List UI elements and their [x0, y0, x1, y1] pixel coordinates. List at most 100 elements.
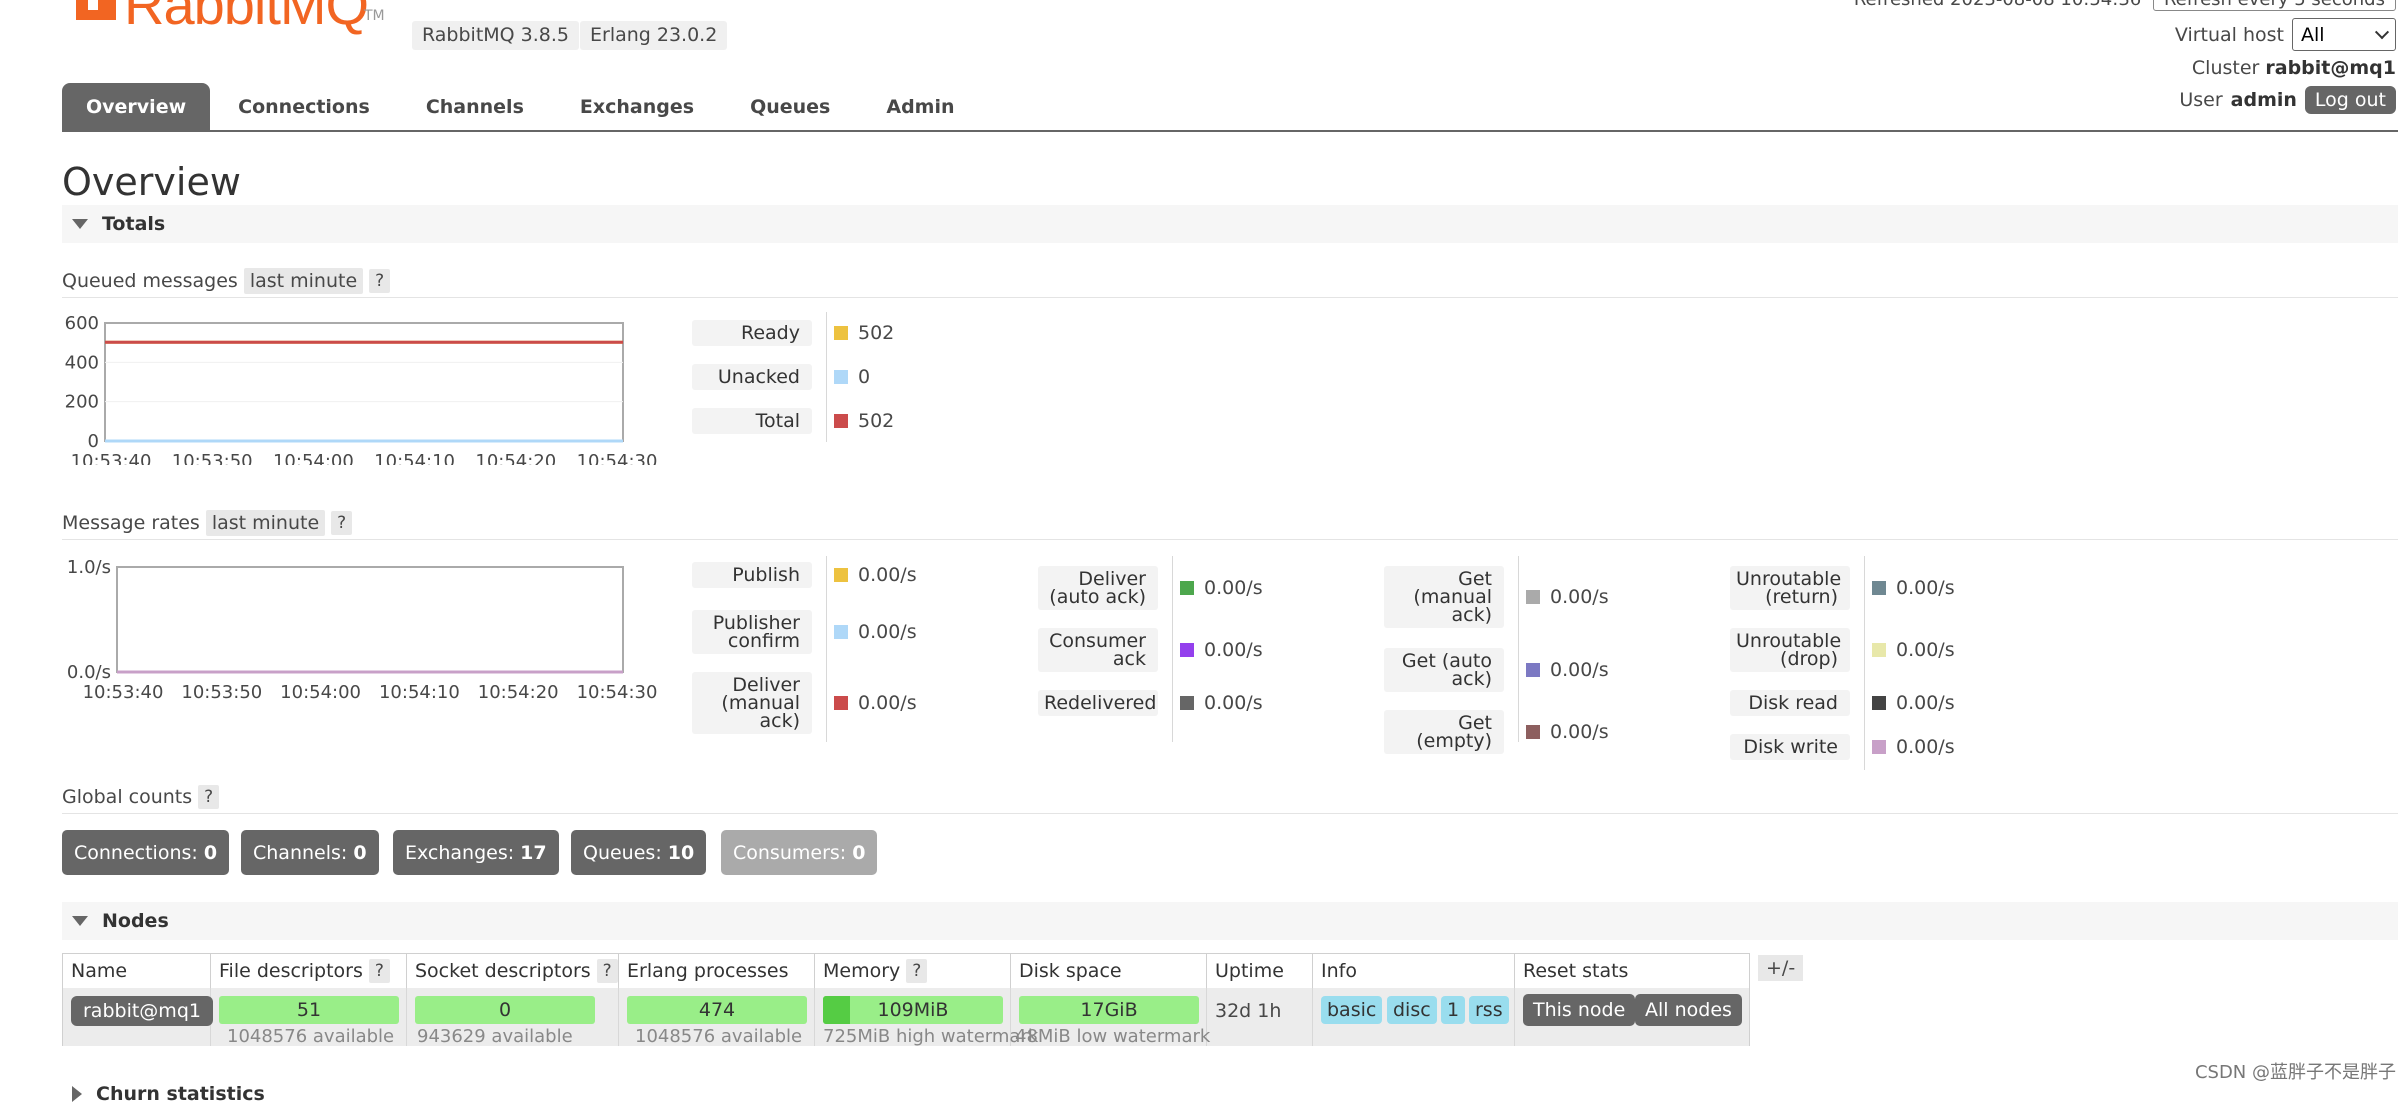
connections-count-button[interactable]: Connections: 0 — [62, 830, 230, 875]
stat-value-row: 0.00/s — [1872, 736, 1955, 758]
reset-all-nodes-button[interactable]: All nodes — [1635, 994, 1742, 1026]
stat-label: Unroutable (drop) — [1730, 628, 1850, 672]
y-tick-label: 0 — [88, 431, 99, 452]
refreshed-text: Refreshed 2023-08-08 10:54:36 — [1854, 0, 2141, 10]
virtual-host-value: All — [2301, 23, 2325, 46]
stat-label: Unacked — [692, 364, 812, 390]
stat-get-empty: Get (empty) 0.00/s — [1384, 710, 1609, 754]
stat-value-row: 0.00/s — [1872, 639, 1955, 661]
nodes-section-toggle[interactable]: Nodes — [62, 902, 2398, 940]
virtual-host-label: Virtual host — [2174, 23, 2284, 46]
count-label: Connections: — [74, 841, 198, 864]
socket-descriptors-help-button[interactable]: ? — [596, 959, 618, 983]
x-tick-label: 10:53:50 — [172, 451, 253, 465]
stat-value-row: 0.00/s — [834, 564, 917, 586]
churn-section-toggle[interactable]: Churn statistics — [62, 1075, 2398, 1113]
stat-value-row: 0.00/s — [834, 621, 917, 643]
stat-value: 0.00/s — [1204, 692, 1263, 714]
publish-swatch — [834, 568, 848, 582]
stat-consumer-ack: Consumer ack 0.00/s — [1038, 628, 1263, 672]
logout-button[interactable]: Log out — [2304, 86, 2396, 114]
stat-value: 0.00/s — [1896, 736, 1955, 758]
stat-deliver-auto-ack: Deliver (auto ack) 0.00/s — [1038, 566, 1263, 610]
user-row: User admin Log out — [2179, 86, 2396, 114]
stat-label: Disk write — [1730, 734, 1850, 760]
triangle-down-icon — [72, 219, 88, 229]
stat-deliver-manual-ack: Deliver (manual ack) 0.00/s — [692, 672, 917, 734]
count-value: 0 — [353, 841, 367, 864]
stat-label: Publish — [692, 562, 812, 588]
cell-file-descriptors: 51 1048576 available — [211, 988, 407, 1047]
global-counts-header: Global counts ? — [62, 780, 2398, 814]
queued-range-selector[interactable]: last minute — [243, 267, 364, 294]
info-basic-chip[interactable]: basic — [1321, 996, 1383, 1024]
consumers-count-button[interactable]: Consumers: 0 — [721, 830, 878, 875]
header-memory: Memory ? — [815, 954, 1011, 988]
stat-label: Get (manual ack) — [1384, 566, 1504, 628]
x-tick-label: 10:54:00 — [273, 451, 354, 465]
node-name-link[interactable]: rabbit@mq1 — [71, 996, 213, 1026]
stat-value: 0.00/s — [1204, 639, 1263, 661]
stat-disk-write: Disk write 0.00/s — [1730, 734, 1955, 760]
x-tick-label: 10:54:00 — [280, 682, 361, 703]
x-tick-label: 10:54:10 — [374, 451, 455, 465]
cell-name: rabbit@mq1 — [63, 988, 213, 1046]
stat-value: 0.00/s — [858, 564, 917, 586]
info-rss-chip[interactable]: rss — [1469, 996, 1509, 1024]
exchanges-count-button[interactable]: Exchanges: 17 — [393, 830, 559, 875]
queued-messages-label: Queued messages — [62, 269, 238, 292]
header-erlang-processes: Erlang processes — [619, 954, 815, 988]
tab-connections[interactable]: Connections — [210, 83, 398, 131]
header-label: Info — [1321, 960, 1357, 982]
triangle-right-icon — [72, 1086, 82, 1102]
stat-value: 502 — [858, 322, 895, 344]
unroutable-drop-swatch — [1872, 643, 1886, 657]
rates-range-selector[interactable]: last minute — [205, 509, 326, 536]
cell-erlang-processes: 474 1048576 available — [619, 988, 815, 1047]
stat-redelivered: Redelivered 0.00/s — [1038, 690, 1263, 716]
cell-uptime: 32d 1h — [1207, 988, 1313, 1046]
disk-read-swatch — [1872, 696, 1886, 710]
header-label: File descriptors — [219, 960, 363, 982]
info-disc-chip[interactable]: disc — [1387, 996, 1437, 1024]
chevron-down-icon — [2374, 24, 2390, 39]
info-count-chip[interactable]: 1 — [1441, 996, 1466, 1024]
stat-value-row: 0.00/s — [1872, 577, 1955, 599]
channels-count-button[interactable]: Channels: 0 — [241, 830, 379, 875]
tab-channels[interactable]: Channels — [398, 83, 552, 131]
virtual-host-select[interactable]: All — [2292, 18, 2396, 51]
count-value: 10 — [667, 841, 695, 864]
count-value: 0 — [203, 841, 218, 864]
tab-admin[interactable]: Admin — [858, 83, 982, 131]
refresh-interval-select[interactable]: Refresh every 5 seconds — [2152, 0, 2396, 11]
total-swatch — [834, 414, 848, 428]
logo-trademark: TM — [364, 8, 385, 24]
file-descriptors-bar: 51 — [219, 996, 399, 1024]
memory-value: 109MiB — [877, 999, 949, 1021]
global-counts-help-button[interactable]: ? — [198, 784, 220, 809]
column-toggle-button[interactable]: +/- — [1758, 955, 1804, 981]
count-value: 17 — [520, 841, 547, 864]
stat-value: 0.00/s — [1550, 659, 1609, 681]
memory-high-watermark: 725MiB high watermark — [823, 1026, 1039, 1047]
stat-value: 0.00/s — [1896, 692, 1955, 714]
tab-exchanges[interactable]: Exchanges — [552, 83, 722, 131]
tab-queues[interactable]: Queues — [722, 83, 858, 131]
totals-section-toggle[interactable]: Totals — [62, 205, 2398, 243]
header-disk-space: Disk space — [1011, 954, 1207, 988]
count-label: Exchanges: — [405, 841, 515, 864]
reset-this-node-button[interactable]: This node — [1523, 994, 1636, 1026]
queued-help-button[interactable]: ? — [369, 268, 391, 293]
memory-help-button[interactable]: ? — [906, 959, 928, 983]
file-descriptors-help-button[interactable]: ? — [368, 959, 390, 983]
queues-count-button[interactable]: Queues: 10 — [571, 830, 707, 875]
rates-help-button[interactable]: ? — [331, 510, 353, 535]
stat-unacked: Unacked 0 — [692, 364, 870, 390]
header-info: Info — [1313, 954, 1515, 988]
rabbitmq-logo[interactable]: RabbitMQ TM — [72, 0, 385, 48]
stat-value-row: 0.00/s — [1526, 721, 1609, 743]
stat-label: Get (auto ack) — [1384, 648, 1504, 692]
user-label: User — [2179, 89, 2223, 111]
tab-overview[interactable]: Overview — [62, 83, 211, 131]
cell-info: basic disc 1 rss — [1313, 988, 1515, 1046]
